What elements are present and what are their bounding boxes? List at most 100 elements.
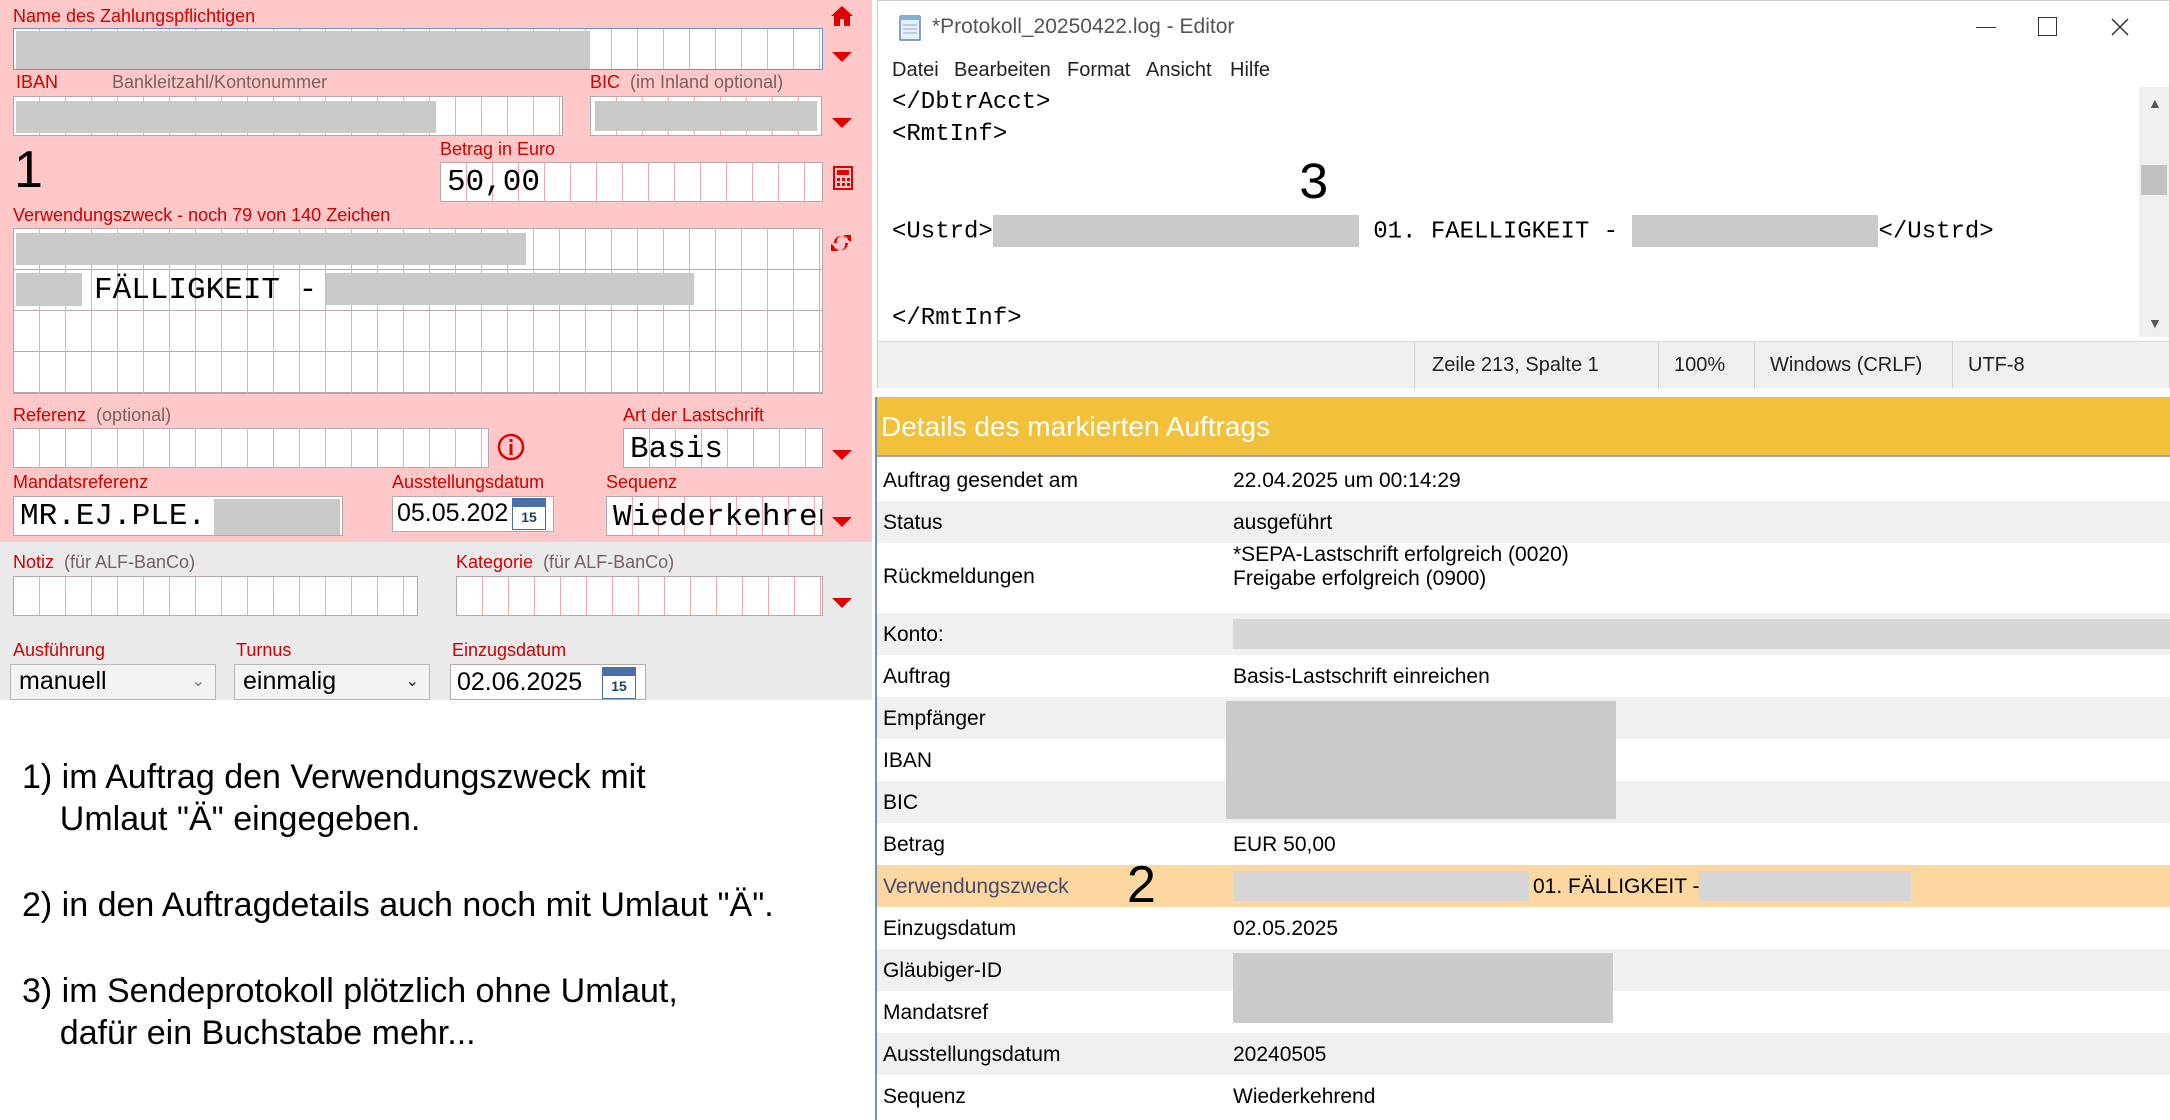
maximize-button[interactable] <box>2038 17 2057 36</box>
detail-row: Status ausgeführt <box>877 501 2170 543</box>
redacted-block <box>1699 871 1911 901</box>
detail-value: Wiederkehrend <box>1233 1085 1376 1108</box>
purpose-line-2: FÄLLIGKEIT - <box>94 273 318 308</box>
detail-row: Rückmeldungen *SEPA-Lastschrift erfolgre… <box>877 543 2170 613</box>
bic-input[interactable] <box>590 96 822 136</box>
detail-row: Ausstellungsdatum 20240505 <box>877 1033 2170 1075</box>
detail-key: Mandatsref <box>883 1001 989 1024</box>
scroll-down-icon[interactable]: ▼ <box>2148 315 2162 331</box>
detail-value: *SEPA-Lastschrift erfolgreich (0020) Fre… <box>1233 543 1569 590</box>
purpose-textarea[interactable]: FÄLLIGKEIT - <box>13 228 823 394</box>
menu-datei[interactable]: Datei <box>892 59 939 82</box>
redacted-block <box>1233 871 1529 901</box>
minimize-button[interactable] <box>1976 27 1996 28</box>
bic-label: BIC (im Inland optional) <box>590 72 783 93</box>
menu-format[interactable]: Format <box>1067 59 1130 82</box>
reference-label: Referenz (optional) <box>13 405 171 426</box>
debit-type-label: Art der Lastschrift <box>623 405 765 425</box>
amount-label: Betrag in Euro <box>440 139 556 159</box>
redacted-block <box>214 499 340 535</box>
detail-key: Konto: <box>883 623 944 646</box>
payer-name-dropdown-arrow[interactable] <box>832 52 852 62</box>
direct-debit-form: Name des Zahlungspflichtigen IBAN Bankle… <box>0 0 872 700</box>
menu-ansicht[interactable]: Ansicht <box>1146 59 1212 82</box>
detail-key: Sequenz <box>883 1085 966 1108</box>
menu-bar: Datei Bearbeiten Format Ansicht Hilfe <box>878 53 2169 87</box>
redacted-block <box>16 233 526 265</box>
bic-label-sub: (im Inland optional) <box>630 72 784 92</box>
note-label: Notiz (für ALF-BanCo) <box>13 552 195 573</box>
chevron-down-icon: ⌄ <box>191 673 205 690</box>
encoding: UTF-8 <box>1968 354 2025 376</box>
detail-row: Einzugsdatum 02.05.2025 <box>877 907 2170 949</box>
category-input[interactable] <box>456 576 823 616</box>
collection-date-value: 02.06.2025 <box>457 668 583 696</box>
detail-row: Konto: <box>877 613 2170 655</box>
sequence-label: Sequenz <box>606 472 678 492</box>
code-fragment: 01. FAELLIGKEIT - <box>1358 218 1633 246</box>
menu-bearbeiten[interactable]: Bearbeiten <box>954 59 1051 82</box>
detail-row: Auftrag Basis-Lastschrift einreichen <box>877 655 2170 697</box>
reference-input[interactable] <box>13 428 489 468</box>
code-line: </RmtInf> <box>892 305 1022 332</box>
mandate-label: Mandatsreferenz <box>13 472 149 492</box>
category-label-text: Kategorie <box>456 552 534 572</box>
category-label-sub: (für ALF-BanCo) <box>543 552 675 572</box>
redacted-block <box>16 101 436 133</box>
info-icon[interactable] <box>496 432 526 462</box>
home-icon[interactable] <box>830 5 854 27</box>
window-title: *Protokoll_20250422.log - Editor <box>932 15 1235 38</box>
calendar-icon[interactable]: 15 <box>602 667 636 699</box>
notepad-icon <box>899 15 921 41</box>
interval-label: Turnus <box>236 640 292 660</box>
status-bar: Zeile 213, Spalte 1 100% Windows (CRLF) … <box>878 341 2169 388</box>
payer-name-input[interactable] <box>13 28 823 70</box>
execution-select[interactable]: manuell ⌄ <box>10 664 216 700</box>
execution-label: Ausführung <box>13 640 106 660</box>
code-line: </DbtrAcct> <box>892 89 1051 116</box>
vertical-scrollbar[interactable]: ▲ ▼ <box>2139 87 2169 337</box>
redacted-block <box>1233 953 1613 1023</box>
redacted-block <box>326 273 694 305</box>
calendar-icon[interactable]: 15 <box>512 498 546 530</box>
collection-date-label: Einzugsdatum <box>452 640 567 660</box>
note-input[interactable] <box>13 576 418 616</box>
detail-row: Auftrag gesendet am 22.04.2025 um 00:14:… <box>877 459 2170 501</box>
sequence-select[interactable]: Wiederkehren <box>606 496 823 536</box>
redacted-block <box>16 273 82 306</box>
redacted-block <box>595 101 817 131</box>
iban-input[interactable] <box>13 96 563 136</box>
mandate-value: MR.EJ.PLE. <box>20 499 207 534</box>
calculator-icon[interactable] <box>833 166 853 190</box>
menu-hilfe[interactable]: Hilfe <box>1230 59 1270 82</box>
detail-value: EUR 50,00 <box>1233 833 1336 856</box>
note-label-sub: (für ALF-BanCo) <box>64 552 196 572</box>
scroll-up-icon[interactable]: ▲ <box>2148 95 2162 111</box>
mandate-input[interactable]: MR.EJ.PLE. <box>13 496 343 536</box>
detail-value: Basis-Lastschrift einreichen <box>1233 665 1490 688</box>
detail-key: Verwendungszweck <box>883 875 1069 898</box>
detail-value: 02.05.2025 <box>1233 917 1339 940</box>
refresh-icon[interactable] <box>830 232 852 254</box>
redacted-block <box>1632 215 1879 247</box>
detail-key: Empfänger <box>883 707 986 730</box>
sequence-value: Wiederkehren <box>613 500 823 535</box>
amount-value: 50,00 <box>447 165 541 200</box>
text-area[interactable]: </DbtrAcct> <RmtInf> <Ustrd> 01. FAELLIG… <box>878 87 2140 337</box>
scroll-thumb[interactable] <box>2141 165 2167 195</box>
detail-key: Rückmeldungen <box>883 565 1035 588</box>
debit-type-value: Basis <box>630 432 724 467</box>
detail-value: 20240505 <box>1233 1043 1327 1066</box>
note-2: 2) in den Auftragdetails auch noch mit U… <box>22 886 774 924</box>
detail-key: Betrag <box>883 833 945 856</box>
amount-input[interactable]: 50,00 <box>440 162 823 202</box>
bic-dropdown-arrow[interactable] <box>832 118 852 128</box>
category-dropdown-arrow[interactable] <box>832 598 852 608</box>
interval-select[interactable]: einmalig ⌄ <box>234 664 430 700</box>
issue-date-value: 05.05.202 <box>397 499 509 527</box>
execution-value: manuell <box>19 667 107 695</box>
debit-type-select[interactable]: Basis <box>623 428 823 468</box>
sequence-dropdown-arrow[interactable] <box>832 517 852 527</box>
debit-type-dropdown-arrow[interactable] <box>832 450 852 460</box>
close-button[interactable] <box>2110 17 2130 37</box>
